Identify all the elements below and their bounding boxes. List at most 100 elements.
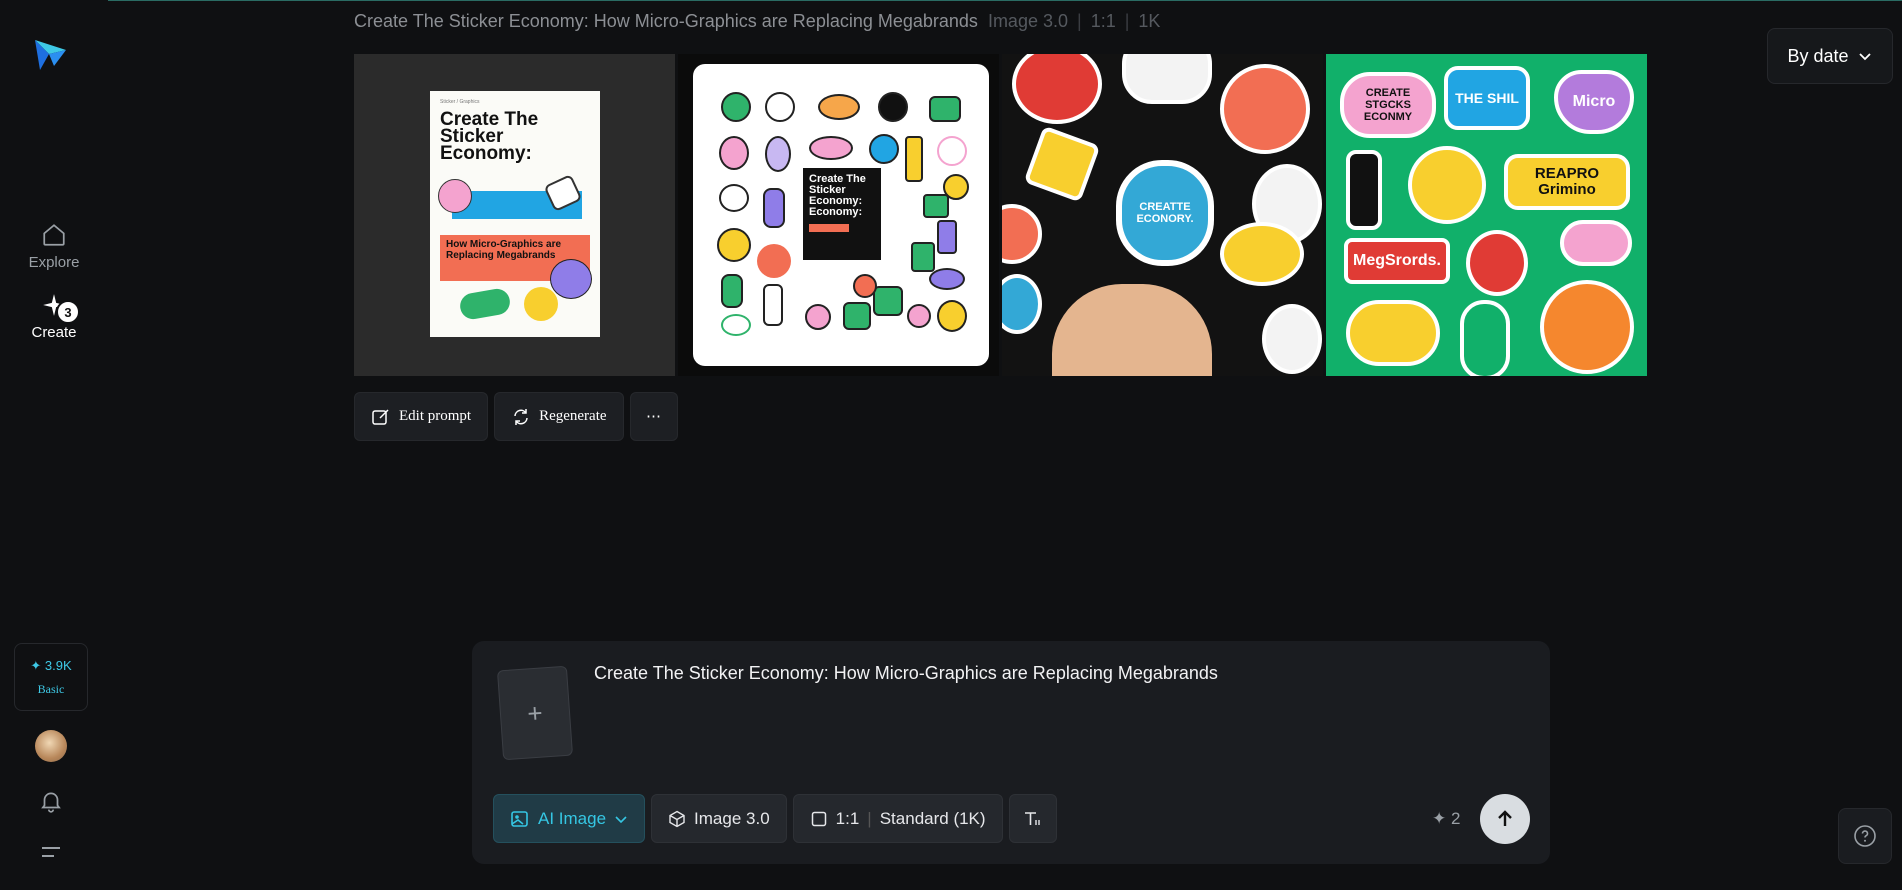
edit-prompt-button[interactable]: Edit prompt [354, 392, 489, 441]
refresh-icon [514, 408, 528, 425]
sticker-text: REAPRO Grimino [1534, 165, 1600, 198]
divider: | [1077, 11, 1082, 31]
square-ratio-icon [811, 811, 826, 826]
sticker [843, 302, 871, 330]
sticker-the: THE SHIL [1444, 66, 1530, 130]
generation-resolution: 1K [1138, 11, 1161, 31]
sticker [757, 244, 791, 278]
mode-selector[interactable]: AI Image [493, 794, 646, 843]
generation-title: Create The Sticker Economy: How Micro-Gr… [354, 11, 978, 31]
more-options-button[interactable]: ⋯ [629, 392, 678, 441]
sticker [1023, 125, 1101, 203]
edit-icon [372, 408, 389, 425]
image-grid: Sticker / Graphics Create The Sticker Ec… [354, 54, 1648, 376]
poster-graphic: Sticker / Graphics Create The Sticker Ec… [430, 91, 600, 337]
notifications-button[interactable] [38, 788, 64, 819]
sticker [1220, 222, 1304, 286]
menu-button[interactable] [40, 844, 62, 867]
help-button[interactable] [1838, 808, 1892, 864]
generated-image-4[interactable]: CREATE STGCKS ECONMY THE SHIL Micro REAP… [1326, 54, 1647, 376]
text-style-button[interactable] [1008, 794, 1057, 843]
sticker-sheet-title: Create The Sticker Economy: Economy: [803, 168, 881, 260]
sticker [911, 242, 935, 272]
regenerate-label: Regenerate [539, 408, 607, 424]
prompt-composer: + Create The Sticker Economy: How Micro-… [472, 641, 1550, 864]
generation-model: Image 3.0 [987, 11, 1068, 31]
credits-amount: ✦ 3.9K [30, 657, 72, 673]
poster-yellow-sticker [524, 287, 558, 321]
model-selector[interactable]: Image 3.0 [651, 794, 787, 843]
send-button[interactable] [1480, 794, 1530, 844]
sidebar-item-explore[interactable]: Explore [14, 216, 94, 276]
sort-dropdown[interactable]: By date [1767, 28, 1893, 84]
add-reference-image-button[interactable]: + [496, 665, 574, 761]
poster-green-sticker [458, 286, 512, 322]
arrow-up-icon [1498, 810, 1512, 826]
hand-photo [1052, 284, 1212, 376]
create-count-badge: 3 [56, 300, 80, 324]
app-logo[interactable] [32, 36, 68, 72]
bell-icon [41, 792, 61, 813]
sticker-red-face [1466, 230, 1528, 296]
sidebar-item-label: Create [31, 323, 77, 341]
edit-prompt-label: Edit prompt [399, 408, 472, 424]
prompt-input[interactable]: Create The Sticker Economy: How Micro-Gr… [594, 663, 1218, 684]
sticker-bread [1346, 300, 1440, 366]
credits-box[interactable]: ✦ 3.9K Basic [14, 643, 88, 711]
sticker [763, 284, 783, 326]
sticker-sheet-title-text: Create The Sticker Economy: Economy: [809, 173, 866, 218]
sticker [721, 274, 743, 308]
regenerate-button[interactable]: Regenerate [494, 392, 624, 441]
sticker-l [1346, 150, 1382, 230]
avatar[interactable] [35, 730, 67, 762]
poster-heading: Create The Sticker Economy: [440, 109, 539, 164]
ratio-quality-selector[interactable]: 1:1 | Standard (1K) [792, 794, 1003, 843]
sticker-text: CREATE STGCKS ECONMY [1363, 87, 1413, 123]
chevron-down-icon [615, 815, 627, 823]
sticker [937, 300, 967, 332]
plus-icon: + [526, 697, 544, 728]
held-sticker-text: CREATTE ECONORY. [1136, 201, 1194, 225]
model-label: Image 3.0 [694, 808, 770, 828]
sticker [1220, 64, 1310, 154]
sidebar-item-create[interactable]: 3 Create [14, 286, 94, 346]
poster-small-text: Sticker / Graphics [440, 99, 480, 105]
more-icon: ⋯ [646, 409, 662, 425]
divider: | [867, 808, 872, 828]
generated-image-1[interactable]: Sticker / Graphics Create The Sticker Ec… [354, 54, 675, 376]
sticker [818, 94, 860, 120]
sticker [943, 174, 969, 200]
sort-label: By date [1787, 45, 1849, 66]
sticker-megsrords: MegSrords. [1344, 238, 1450, 284]
sticker [929, 96, 961, 122]
generated-image-2[interactable]: Create The Sticker Economy: Economy: [678, 54, 999, 376]
ratio-label: 1:1 [835, 808, 860, 828]
sticker [1002, 274, 1042, 334]
sticker [869, 134, 899, 164]
held-sticker: CREATTE ECONORY. [1116, 160, 1214, 266]
generated-image-3[interactable]: CREATTE ECONORY. [1002, 54, 1323, 376]
sticker-star [1408, 146, 1486, 224]
sticker-text: THE SHIL [1455, 90, 1519, 106]
generation-cost: ✦ 2 [1432, 809, 1461, 828]
divider: | [1124, 11, 1130, 31]
sticker [1262, 304, 1322, 374]
sticker [907, 304, 931, 328]
sticker-text: MegSrords. [1352, 252, 1441, 269]
sticker [929, 268, 965, 290]
sticker-sheet: Create The Sticker Economy: Economy: [693, 64, 989, 366]
poster-purple-sticker [550, 259, 592, 299]
menu-icon [42, 847, 60, 857]
generation-header: Create The Sticker Economy: How Micro-Gr… [354, 11, 1160, 32]
sticker [923, 194, 949, 218]
sticker-bean [1560, 220, 1632, 266]
sticker [937, 220, 957, 254]
sticker [721, 314, 751, 336]
sticker [853, 274, 877, 298]
sticker-micro: Micro [1554, 70, 1634, 134]
sticker [719, 136, 749, 170]
sidebar: Explore 3 Create ✦ 3.9K Basic [0, 0, 108, 890]
poster-pink-sticker [438, 179, 472, 213]
sidebar-item-label: Explore [28, 253, 80, 271]
home-icon [43, 223, 65, 246]
